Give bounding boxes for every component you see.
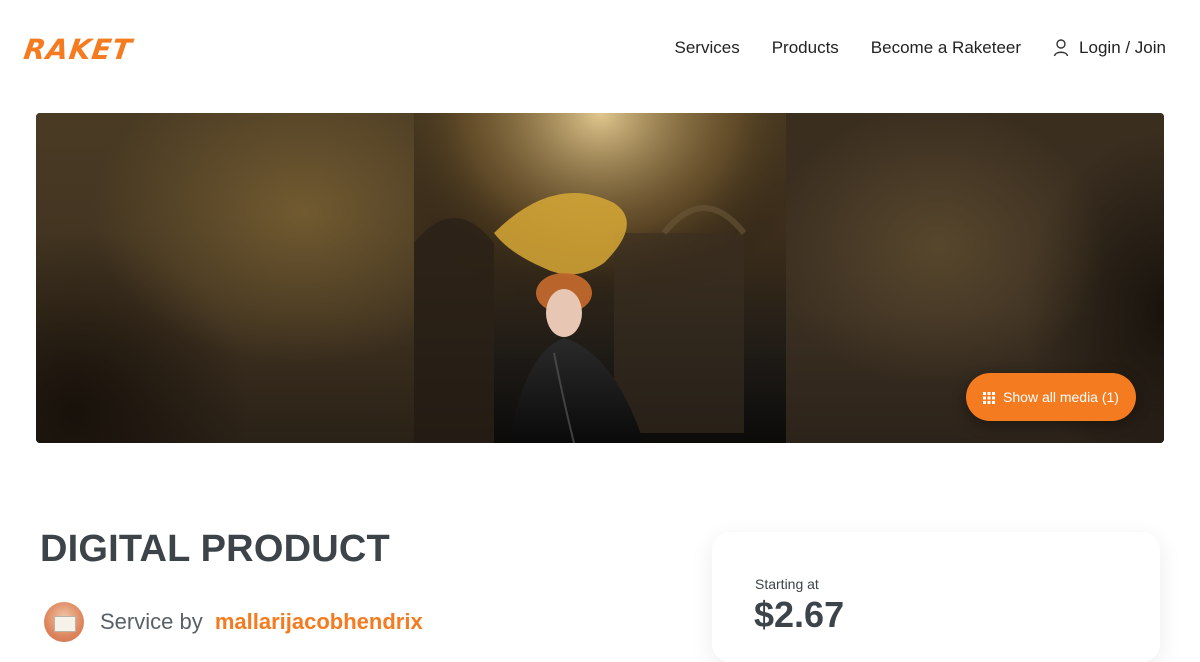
- grid-icon: [983, 391, 996, 404]
- service-by-label: Service by: [100, 609, 203, 634]
- product-photo[interactable]: [414, 113, 786, 443]
- seller-avatar[interactable]: [44, 602, 84, 642]
- nav-services[interactable]: Services: [675, 38, 740, 58]
- product-title: DIGITAL PRODUCT: [40, 528, 390, 570]
- main-nav: Services Products Become a Raketeer Logi…: [675, 38, 1166, 58]
- price-card: Starting at $2.67: [712, 532, 1160, 662]
- nav-products[interactable]: Products: [772, 38, 839, 58]
- user-icon: [1053, 39, 1069, 57]
- seller-name-link[interactable]: mallarijacobhendrix: [215, 609, 423, 634]
- hero-blur-left: [36, 113, 416, 443]
- site-header: RAKET Services Products Become a Raketee…: [0, 0, 1200, 100]
- nav-become-raketeer[interactable]: Become a Raketeer: [871, 38, 1021, 58]
- show-all-media-button[interactable]: Show all media (1): [966, 373, 1136, 421]
- seller-text: Service by mallarijacobhendrix: [100, 609, 423, 635]
- starting-at-label: Starting at: [755, 576, 819, 592]
- hero-media[interactable]: Show all media (1): [36, 113, 1164, 443]
- login-join-link[interactable]: Login / Join: [1053, 38, 1166, 58]
- seller-info: Service by mallarijacobhendrix: [44, 602, 423, 642]
- login-join-label: Login / Join: [1079, 38, 1166, 57]
- raket-logo[interactable]: RAKET: [22, 33, 135, 66]
- show-all-media-label: Show all media (1): [1003, 389, 1119, 405]
